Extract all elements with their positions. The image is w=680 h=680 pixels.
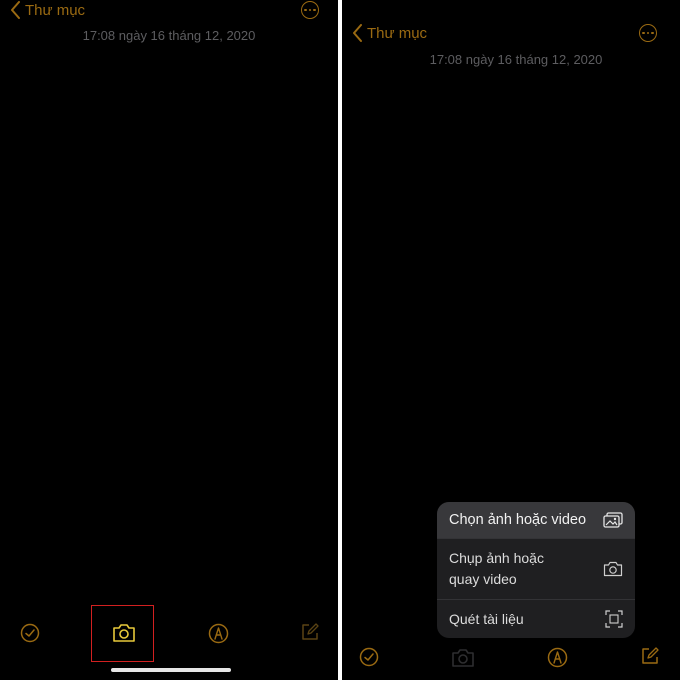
notes-screen-left: Thư mục 17:08 ngày 16 tháng 12, 2020 xyxy=(0,0,338,680)
back-button[interactable]: Thư mục xyxy=(352,24,427,42)
note-timestamp: 17:08 ngày 16 tháng 12, 2020 xyxy=(82,28,256,43)
menu-item-scan-documents[interactable]: Quét tài liệu xyxy=(437,600,635,638)
menu-item-choose-photo-video[interactable]: Chọn ảnh hoặc video xyxy=(437,502,635,538)
home-indicator xyxy=(111,668,231,672)
checklist-icon[interactable] xyxy=(20,623,40,643)
camera-icon[interactable] xyxy=(451,648,475,668)
more-options-button[interactable] xyxy=(301,1,319,19)
insert-media-menu: Chọn ảnh hoặc video Chụp ảnh hoặc quay v… xyxy=(437,502,635,638)
chevron-left-icon xyxy=(11,1,20,19)
photo-library-icon xyxy=(603,512,623,528)
notes-screen-right: Thư mục 17:08 ngày 16 tháng 12, 2020 Chọ… xyxy=(342,0,680,680)
menu-item-label: Chọn ảnh hoặc video xyxy=(449,511,587,528)
scan-document-icon xyxy=(605,610,623,628)
back-button[interactable]: Thư mục xyxy=(10,1,85,19)
menu-item-label: Quét tài liệu xyxy=(449,610,524,627)
ellipsis-icon xyxy=(642,31,645,35)
markup-pen-icon[interactable] xyxy=(208,623,229,644)
menu-item-take-photo-video[interactable]: Chụp ảnh hoặc quay video xyxy=(437,539,635,599)
back-label: Thư mục xyxy=(367,24,428,42)
checklist-icon[interactable] xyxy=(359,647,379,667)
compose-icon[interactable] xyxy=(640,646,660,666)
ellipsis-icon xyxy=(304,8,307,12)
more-options-button[interactable] xyxy=(639,24,657,42)
note-timestamp: 17:08 ngày 16 tháng 12, 2020 xyxy=(429,52,603,67)
compose-icon[interactable] xyxy=(300,622,320,642)
markup-pen-icon[interactable] xyxy=(547,647,568,668)
chevron-left-icon xyxy=(353,24,362,42)
menu-item-label: Chụp ảnh hoặc quay video xyxy=(449,550,544,587)
back-label: Thư mục xyxy=(25,1,86,19)
camera-icon xyxy=(603,561,623,577)
camera-icon[interactable] xyxy=(112,623,136,643)
